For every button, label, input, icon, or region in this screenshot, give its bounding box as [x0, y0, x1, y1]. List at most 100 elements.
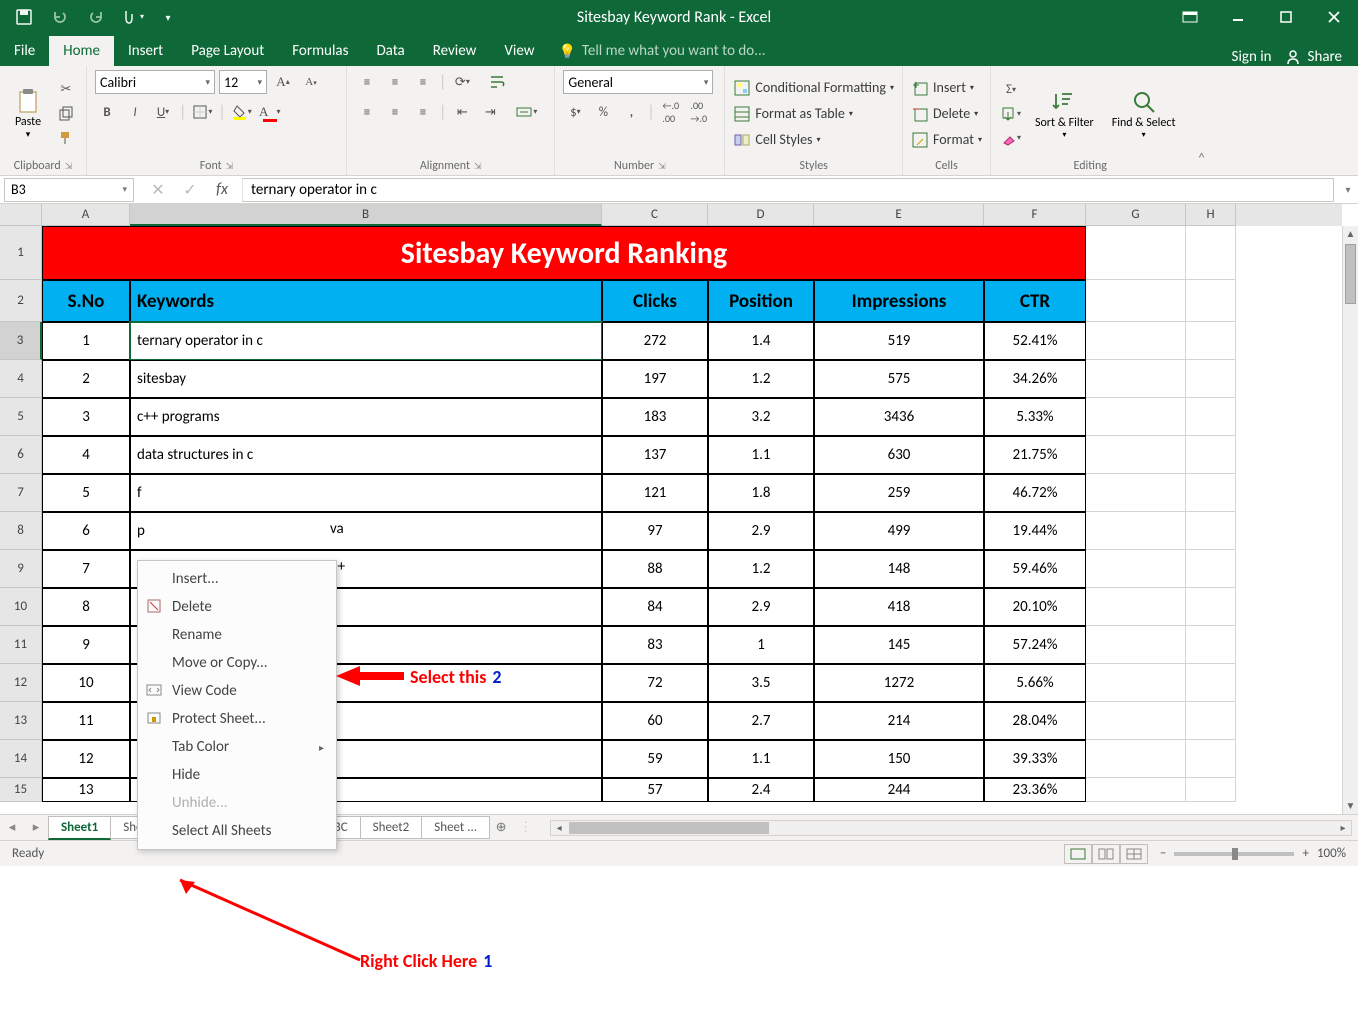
font-name-combo[interactable]: ▾	[95, 70, 215, 94]
menu-move-copy[interactable]: Move or Copy...	[138, 649, 336, 677]
row-header-8[interactable]: 8	[0, 512, 42, 550]
col-header-C[interactable]: C	[602, 204, 708, 226]
cell-sno-6[interactable]: 6	[42, 512, 130, 550]
cell-G11[interactable]	[1086, 626, 1186, 664]
cell-imp-13[interactable]: 244	[814, 778, 984, 802]
scroll-up-icon[interactable]: ▲	[1343, 226, 1358, 242]
sheet-nav-next-icon[interactable]: ▸	[24, 820, 48, 835]
merge-center-icon[interactable]: ▾	[506, 100, 546, 124]
cell-H1[interactable]	[1186, 226, 1236, 280]
cell-ctr-3[interactable]: 5.33%	[984, 398, 1086, 436]
cell-G3[interactable]	[1086, 322, 1186, 360]
cut-button[interactable]: ✂	[54, 78, 78, 102]
cell-sno-11[interactable]: 11	[42, 702, 130, 740]
paste-button[interactable]: Paste ▾	[8, 85, 48, 142]
bold-button[interactable]: B	[95, 100, 119, 124]
align-left-icon[interactable]: ≡	[355, 100, 379, 124]
delete-cells-button[interactable]: Delete ▾	[911, 101, 982, 127]
fill-color-button[interactable]: ▾	[230, 100, 254, 124]
cell-G9[interactable]	[1086, 550, 1186, 588]
align-center-icon[interactable]: ≡	[383, 100, 407, 124]
header-position[interactable]: Position	[708, 280, 814, 322]
number-launcher-icon[interactable]: ⇲	[658, 161, 666, 172]
cell-sno-1[interactable]: 1	[42, 322, 130, 360]
cell-pos-11[interactable]: 2.7	[708, 702, 814, 740]
cell-imp-2[interactable]: 575	[814, 360, 984, 398]
autosum-icon[interactable]: Σ ▾	[999, 78, 1023, 102]
cell-imp-1[interactable]: 519	[814, 322, 984, 360]
row-header-4[interactable]: 4	[0, 360, 42, 398]
row-header-2[interactable]: 2	[0, 280, 42, 322]
tab-data[interactable]: Data	[362, 36, 418, 66]
scroll-down-icon[interactable]: ▼	[1343, 798, 1358, 814]
cell-G2[interactable]	[1086, 280, 1186, 322]
cell-H9[interactable]	[1186, 550, 1236, 588]
cell-imp-6[interactable]: 499	[814, 512, 984, 550]
sheet-nav-prev-icon[interactable]: ◂	[0, 820, 24, 835]
header-ctr[interactable]: CTR	[984, 280, 1086, 322]
tab-insert[interactable]: Insert	[114, 36, 177, 66]
cell-sno-12[interactable]: 12	[42, 740, 130, 778]
cancel-formula-icon[interactable]: ✕	[146, 180, 170, 200]
cell-ctr-7[interactable]: 59.46%	[984, 550, 1086, 588]
name-box[interactable]: B3▾	[4, 178, 134, 202]
cell-H2[interactable]	[1186, 280, 1236, 322]
hscroll-right-icon[interactable]: ▸	[1335, 821, 1351, 835]
sort-filter-button[interactable]: Sort & Filter▾	[1029, 86, 1100, 142]
cell-kw-2[interactable]: sitesbay	[130, 360, 602, 398]
format-as-table-button[interactable]: Format as Table ▾	[733, 101, 894, 127]
row-header-1[interactable]: 1	[0, 226, 42, 280]
page-layout-view-icon[interactable]	[1092, 844, 1120, 864]
insert-cells-button[interactable]: Insert ▾	[911, 75, 982, 101]
redo-icon[interactable]	[82, 3, 110, 31]
percent-format-icon[interactable]: %	[591, 100, 615, 124]
decrease-font-icon[interactable]: A▾	[299, 70, 323, 94]
cell-ctr-10[interactable]: 5.66%	[984, 664, 1086, 702]
cell-H11[interactable]	[1186, 626, 1236, 664]
formula-input[interactable]: ternary operator in c	[242, 178, 1334, 202]
align-top-icon[interactable]: ≡	[355, 70, 379, 94]
cell-G14[interactable]	[1086, 740, 1186, 778]
cell-imp-8[interactable]: 418	[814, 588, 984, 626]
menu-protect-sheet[interactable]: Protect Sheet...	[138, 705, 336, 733]
cell-H5[interactable]	[1186, 398, 1236, 436]
cell-H15[interactable]	[1186, 778, 1236, 802]
cell-clicks-3[interactable]: 183	[602, 398, 708, 436]
cell-ctr-2[interactable]: 34.26%	[984, 360, 1086, 398]
zoom-in-icon[interactable]: +	[1302, 846, 1308, 861]
menu-view-code[interactable]: View Code	[138, 677, 336, 705]
cell-clicks-1[interactable]: 272	[602, 322, 708, 360]
alignment-launcher-icon[interactable]: ⇲	[474, 161, 482, 172]
cell-imp-12[interactable]: 150	[814, 740, 984, 778]
cell-H3[interactable]	[1186, 322, 1236, 360]
cell-clicks-10[interactable]: 72	[602, 664, 708, 702]
col-header-B[interactable]: B	[130, 204, 602, 226]
menu-insert[interactable]: Insert...	[138, 565, 336, 593]
cell-kw-6[interactable]: p	[130, 512, 602, 550]
col-header-G[interactable]: G	[1086, 204, 1186, 226]
col-header-F[interactable]: F	[984, 204, 1086, 226]
clear-icon[interactable]: ▾	[999, 126, 1023, 150]
zoom-level[interactable]: 100%	[1317, 846, 1346, 861]
save-icon[interactable]	[10, 3, 38, 31]
expand-formula-bar-icon[interactable]: ▾	[1338, 183, 1358, 196]
increase-font-icon[interactable]: A▴	[271, 70, 295, 94]
increase-indent-icon[interactable]: ⇥	[478, 100, 502, 124]
row-header-14[interactable]: 14	[0, 740, 42, 778]
cell-G7[interactable]	[1086, 474, 1186, 512]
row-header-11[interactable]: 11	[0, 626, 42, 664]
cell-ctr-9[interactable]: 57.24%	[984, 626, 1086, 664]
new-sheet-icon[interactable]: ⊕	[489, 820, 513, 835]
header-keywords[interactable]: Keywords	[130, 280, 602, 322]
decrease-decimal-icon[interactable]: .00→.0	[687, 100, 711, 124]
menu-rename[interactable]: Rename	[138, 621, 336, 649]
cell-imp-11[interactable]: 214	[814, 702, 984, 740]
increase-decimal-icon[interactable]: ←.0.00	[659, 100, 683, 124]
cell-pos-9[interactable]: 1	[708, 626, 814, 664]
cell-sno-3[interactable]: 3	[42, 398, 130, 436]
enter-formula-icon[interactable]: ✓	[178, 180, 202, 200]
align-bottom-icon[interactable]: ≡	[411, 70, 435, 94]
cell-imp-9[interactable]: 145	[814, 626, 984, 664]
italic-button[interactable]: I	[123, 100, 147, 124]
cell-clicks-4[interactable]: 137	[602, 436, 708, 474]
